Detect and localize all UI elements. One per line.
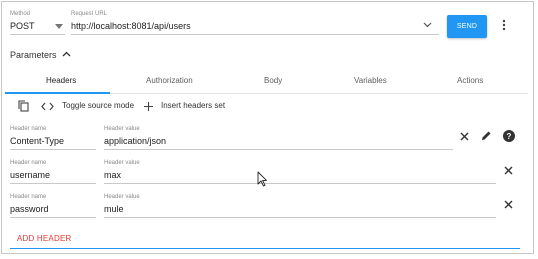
active-tab-indicator: [5, 92, 110, 94]
method-select[interactable]: POST: [10, 21, 35, 31]
url-label: Request URL: [71, 11, 108, 17]
tab-actions[interactable]: Actions: [457, 76, 483, 85]
header-value-input[interactable]: mule: [104, 204, 124, 214]
url-input[interactable]: http://localhost:8081/api/users: [71, 21, 191, 31]
insert-headers-set-button[interactable]: Insert headers set: [161, 101, 225, 110]
method-underline: [10, 34, 65, 35]
help-icon[interactable]: ?: [502, 129, 515, 142]
header-value-label: Header value: [104, 194, 140, 200]
cursor-icon: [256, 170, 268, 188]
header-name-label: Header name: [10, 126, 47, 132]
tab-authorization[interactable]: Authorization: [146, 76, 193, 85]
add-header-divider: [10, 248, 520, 249]
tab-headers[interactable]: Headers: [46, 76, 76, 85]
method-label: Method: [10, 11, 31, 17]
add-header-button[interactable]: ADD HEADER: [17, 234, 71, 243]
url-underline: [71, 34, 439, 35]
edit-icon[interactable]: [480, 129, 493, 142]
header-name-input[interactable]: Content-Type: [10, 136, 64, 146]
header-name-input[interactable]: username: [10, 170, 50, 180]
dropdown-arrow-icon[interactable]: [54, 22, 64, 30]
close-icon[interactable]: [502, 198, 514, 210]
header-value-input[interactable]: max: [104, 170, 121, 180]
header-value-label: Header value: [104, 126, 140, 132]
code-icon[interactable]: [40, 101, 54, 111]
tabs-divider: [110, 93, 528, 94]
parameters-title: Parameters: [10, 50, 57, 60]
send-button[interactable]: SEND: [447, 15, 487, 38]
header-name-underline: [10, 149, 96, 150]
header-value-underline: [104, 217, 496, 218]
copy-icon[interactable]: [17, 100, 29, 112]
chevron-down-icon[interactable]: [421, 20, 433, 30]
plus-icon[interactable]: [143, 101, 153, 111]
chevron-up-icon[interactable]: [60, 49, 72, 59]
close-icon[interactable]: [458, 130, 470, 142]
svg-text:?: ?: [506, 132, 511, 141]
header-name-underline: [10, 217, 96, 218]
tab-variables[interactable]: Variables: [354, 76, 387, 85]
header-value-input[interactable]: application/json: [104, 136, 166, 146]
more-vert-icon[interactable]: [499, 17, 509, 33]
header-name-underline: [10, 183, 96, 184]
toggle-source-mode-button[interactable]: Toggle source mode: [62, 101, 134, 110]
header-name-label: Header name: [10, 160, 47, 166]
header-value-underline: [104, 183, 496, 184]
header-name-label: Header name: [10, 194, 47, 200]
header-value-label: Header value: [104, 160, 140, 166]
tab-body[interactable]: Body: [264, 76, 282, 85]
close-icon[interactable]: [502, 164, 514, 176]
header-name-input[interactable]: password: [10, 204, 49, 214]
header-value-underline: [104, 149, 453, 150]
